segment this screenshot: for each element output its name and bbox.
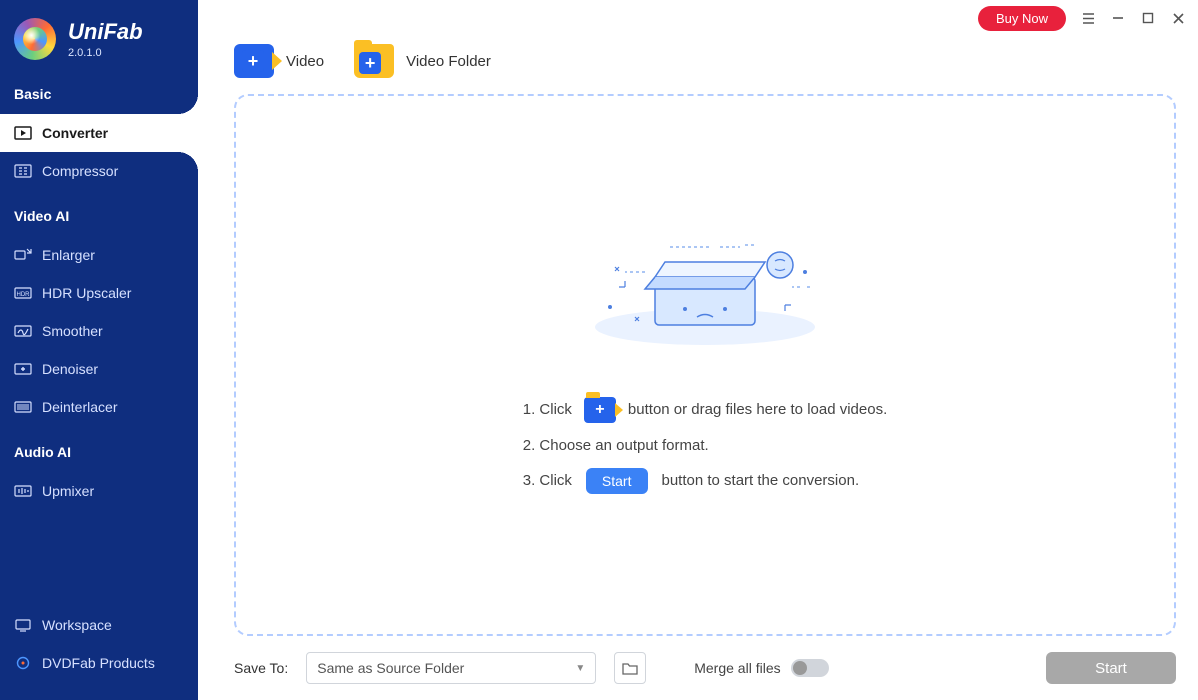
- denoiser-icon: [14, 362, 32, 376]
- chevron-down-icon: ▼: [575, 663, 585, 674]
- sidebar-item-dvdfab[interactable]: DVDFab Products: [0, 644, 198, 682]
- titlebar: Buy Now: [198, 0, 1198, 32]
- compressor-icon: [14, 164, 32, 178]
- minimize-icon[interactable]: [1110, 10, 1126, 26]
- converter-icon: [14, 126, 32, 140]
- tool-label: Video Folder: [406, 53, 491, 70]
- tool-label: Video: [286, 53, 324, 70]
- instruction-1: 1. Click + button or drag files here to …: [523, 397, 888, 423]
- nav-label: Deinterlacer: [42, 399, 117, 415]
- empty-illustration: [575, 217, 835, 367]
- start-button[interactable]: Start: [1046, 652, 1176, 684]
- footer-bar: Save To: Same as Source Folder ▼ Merge a…: [198, 636, 1198, 700]
- sidebar-item-deinterlacer[interactable]: Deinterlacer: [0, 388, 198, 426]
- section-audio-ai: Audio AI: [0, 426, 198, 472]
- nav-label: HDR Upscaler: [42, 285, 131, 301]
- drop-area[interactable]: 1. Click + button or drag files here to …: [234, 94, 1176, 636]
- sidebar: UniFab 2.0.1.0 Basic Converter Compresso…: [0, 0, 198, 700]
- nav-label: Enlarger: [42, 247, 95, 263]
- save-to-select[interactable]: Same as Source Folder ▼: [306, 652, 596, 684]
- mini-add-icon: +: [584, 397, 616, 423]
- folder-plus-icon: +: [354, 44, 394, 78]
- sidebar-item-converter[interactable]: Converter: [0, 114, 198, 152]
- nav-label: Smoother: [42, 323, 103, 339]
- merge-control: Merge all files: [694, 659, 828, 677]
- toolbar: + Video + Video Folder: [198, 32, 1198, 88]
- close-icon[interactable]: [1170, 10, 1186, 26]
- menu-icon[interactable]: [1080, 10, 1096, 26]
- add-folder-button[interactable]: + Video Folder: [354, 44, 491, 78]
- instructions: 1. Click + button or drag files here to …: [523, 397, 888, 494]
- sidebar-item-compressor[interactable]: Compressor: [0, 152, 198, 190]
- nav-label: Workspace: [42, 617, 112, 633]
- browse-folder-button[interactable]: [614, 652, 646, 684]
- brand-name: UniFab: [68, 19, 143, 45]
- dvdfab-icon: [14, 656, 32, 670]
- add-video-button[interactable]: + Video: [234, 44, 324, 78]
- svg-text:HDR: HDR: [17, 292, 31, 298]
- section-basic: Basic: [0, 68, 198, 114]
- upmixer-icon: [14, 484, 32, 498]
- save-to-value: Same as Source Folder: [317, 660, 464, 676]
- save-to-label: Save To:: [234, 660, 288, 676]
- video-plus-icon: +: [234, 44, 274, 78]
- sidebar-item-smoother[interactable]: Smoother: [0, 312, 198, 350]
- smoother-icon: [14, 324, 32, 338]
- brand-version: 2.0.1.0: [68, 47, 143, 59]
- deinterlacer-icon: [14, 400, 32, 414]
- sidebar-item-enlarger[interactable]: Enlarger: [0, 236, 198, 274]
- brand-block: UniFab 2.0.1.0: [0, 0, 198, 68]
- hdr-icon: HDR: [14, 286, 32, 300]
- nav-label: Upmixer: [42, 483, 94, 499]
- main-area: Buy Now + Video + Video Folder: [198, 0, 1198, 700]
- instruction-3: 3. Click Start button to start the conve…: [523, 468, 888, 494]
- merge-label: Merge all files: [694, 660, 780, 676]
- sidebar-item-workspace[interactable]: Workspace: [0, 606, 198, 644]
- sidebar-item-hdr-upscaler[interactable]: HDR HDR Upscaler: [0, 274, 198, 312]
- nav-label: Denoiser: [42, 361, 98, 377]
- sidebar-item-upmixer[interactable]: Upmixer: [0, 472, 198, 510]
- maximize-icon[interactable]: [1140, 10, 1156, 26]
- section-video-ai: Video AI: [0, 190, 198, 236]
- merge-toggle[interactable]: [791, 659, 829, 677]
- workspace-icon: [14, 618, 32, 632]
- sidebar-item-denoiser[interactable]: Denoiser: [0, 350, 198, 388]
- enlarger-icon: [14, 248, 32, 262]
- nav-label: DVDFab Products: [42, 655, 155, 671]
- buy-now-button[interactable]: Buy Now: [978, 6, 1066, 31]
- instruction-2: 2. Choose an output format.: [523, 437, 888, 454]
- nav-label: Converter: [42, 125, 108, 141]
- brand-logo-icon: [14, 18, 56, 60]
- mini-start-button: Start: [586, 468, 648, 494]
- nav-label: Compressor: [42, 163, 118, 179]
